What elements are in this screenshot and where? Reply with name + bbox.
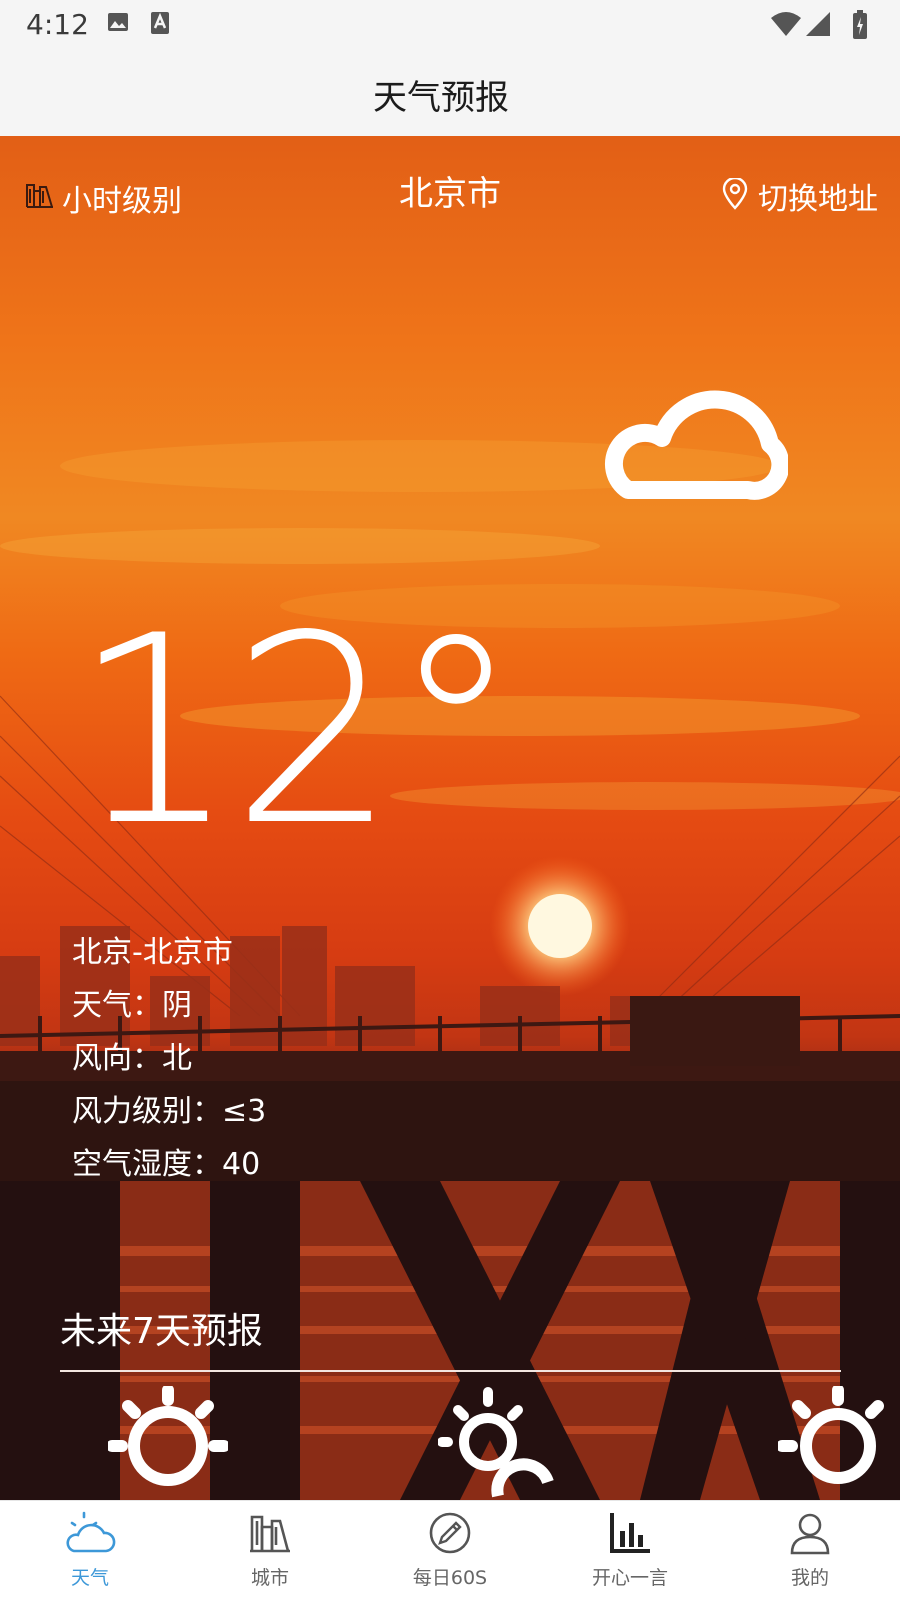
nav-weather-label: 天气 bbox=[70, 1567, 109, 1589]
pencil-circle-icon bbox=[360, 1509, 540, 1561]
switch-location-button[interactable]: 切换地址 bbox=[722, 174, 878, 218]
weather-condition: 天气：阴 bbox=[72, 988, 192, 1023]
humidity: 空气湿度：40 bbox=[72, 1147, 261, 1182]
battery-icon bbox=[852, 10, 868, 44]
switch-location-label: 切换地址 bbox=[758, 182, 878, 217]
location-pin-icon bbox=[722, 176, 748, 214]
weather-hero: 小时级别 北京市 切换地址 12° 北京-北京市 天气：阴 风向：北 风力级别：… bbox=[0, 136, 900, 1500]
current-temperature: 12° bbox=[72, 581, 521, 883]
weather-icon bbox=[0, 1509, 180, 1561]
cloud-icon bbox=[598, 372, 790, 516]
bar-chart-icon bbox=[540, 1509, 720, 1561]
bottom-nav: 天气 城市 每日60S 开心一言 我的 bbox=[0, 1500, 900, 1600]
app-bar: 天气预报 bbox=[0, 50, 900, 136]
sun-icon bbox=[106, 1384, 230, 1500]
wind-level: 风力级别：≤3 bbox=[72, 1094, 267, 1129]
status-time: 4:12 bbox=[26, 8, 89, 41]
partly-sunny-icon bbox=[437, 1386, 558, 1500]
hero-top-row: 小时级别 北京市 切换地址 bbox=[0, 136, 900, 246]
image-icon bbox=[106, 10, 130, 38]
status-bar: 4:12 bbox=[0, 0, 900, 50]
city-icon bbox=[180, 1509, 360, 1561]
weather-details: 北京-北京市 天气：阴 风向：北 风力级别：≤3 空气湿度：40 bbox=[72, 926, 266, 1191]
wind-direction: 风向：北 bbox=[72, 1041, 192, 1076]
nav-daily-60s[interactable]: 每日60S bbox=[360, 1509, 540, 1599]
nav-profile[interactable]: 我的 bbox=[720, 1509, 900, 1599]
location-text: 北京-北京市 bbox=[72, 935, 233, 970]
nav-daily-60s-label: 每日60S bbox=[412, 1567, 488, 1589]
page-title: 天气预报 bbox=[373, 78, 509, 118]
sun-icon bbox=[776, 1384, 898, 1500]
nav-city[interactable]: 城市 bbox=[180, 1509, 360, 1599]
forecast-title: 未来7天预报 bbox=[60, 1311, 263, 1352]
text-a-icon bbox=[150, 10, 170, 40]
nav-weather[interactable]: 天气 bbox=[0, 1509, 180, 1599]
nav-happy-quote[interactable]: 开心一言 bbox=[540, 1509, 720, 1599]
user-icon bbox=[720, 1509, 900, 1561]
wifi-icon bbox=[770, 10, 802, 42]
nav-city-label: 城市 bbox=[250, 1567, 289, 1589]
forecast-divider bbox=[60, 1370, 841, 1372]
signal-icon bbox=[804, 10, 832, 42]
nav-profile-label: 我的 bbox=[790, 1567, 829, 1589]
nav-happy-quote-label: 开心一言 bbox=[591, 1567, 668, 1589]
